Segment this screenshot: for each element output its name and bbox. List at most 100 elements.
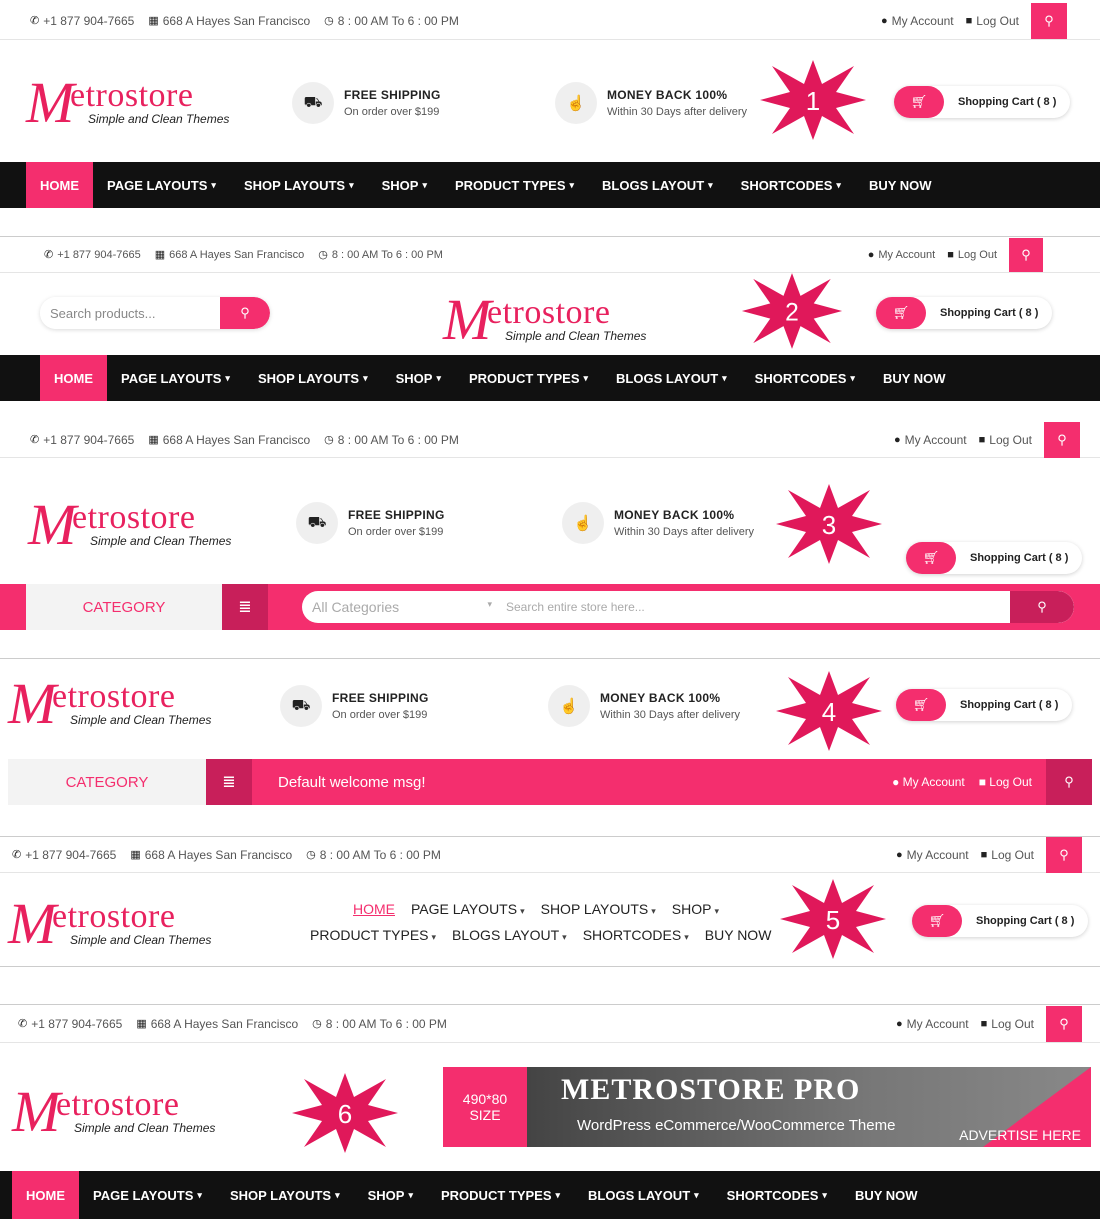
thumbs-up-icon: ☝ — [555, 82, 597, 124]
nav-product-types[interactable]: PRODUCT TYPES ▾ — [441, 162, 588, 208]
search-submit-button[interactable]: ⚲ — [220, 297, 270, 329]
log-out-link[interactable]: ■ Log Out — [979, 433, 1032, 447]
caret-down-icon: ▾ — [422, 179, 427, 190]
search-button[interactable]: ⚲ — [1009, 237, 1043, 272]
nav-home[interactable]: HOME — [26, 162, 93, 208]
hours-info: ◷ 8 : 00 AM To 6 : 00 PM — [324, 13, 459, 28]
logo[interactable]: M etrostore Simple and Clean Themes — [12, 1083, 232, 1143]
store-search-input[interactable]: Search entire store here... — [502, 600, 1010, 614]
logo[interactable]: M etrostore Simple and Clean Themes — [28, 496, 248, 556]
nav-buy-now[interactable]: BUY NOW — [705, 927, 772, 943]
nav-page-layouts[interactable]: PAGE LAYOUTS ▾ — [107, 355, 244, 401]
log-out-link[interactable]: ■ Log Out — [979, 775, 1032, 789]
svg-text:2: 2 — [785, 299, 799, 326]
logo[interactable]: M etrostore Simple and Clean Themes — [443, 291, 663, 351]
nav-shop[interactable]: SHOP ▾ — [354, 1172, 427, 1218]
map-icon: ▦ — [130, 849, 141, 861]
nav-shortcodes[interactable]: SHORTCODES ▾ — [727, 162, 855, 208]
clock-icon: ◷ — [318, 249, 328, 261]
clock-icon: ◷ — [324, 15, 334, 27]
cart-icon: 🛒︎ — [896, 689, 946, 721]
my-account-link[interactable]: ● My Account — [892, 775, 965, 789]
nav-home[interactable]: HOME — [353, 901, 395, 917]
my-account-link[interactable]: ● My Account — [868, 249, 936, 261]
caret-down-icon: ▾ — [211, 179, 216, 190]
search-button[interactable]: ⚲ — [1044, 421, 1080, 458]
nav-product-types[interactable]: PRODUCT TYPES ▾ — [455, 355, 602, 401]
nav-shop-layouts[interactable]: SHOP LAYOUTS ▾ — [244, 355, 382, 401]
nav-page-layouts[interactable]: PAGE LAYOUTS ▾ — [411, 901, 525, 917]
header-main: M etrostore Simple and Clean Themes ⛟ FR… — [0, 458, 1100, 584]
address-info: ▦ 668 A Hayes San Francisco — [148, 13, 311, 28]
category-select[interactable]: All Categories ▾ — [302, 599, 502, 615]
cart-icon: 🛒︎ — [894, 86, 944, 118]
search-button[interactable]: ⚲ — [1031, 2, 1067, 39]
header-main: M etrostore Simple and Clean Themes ⛟ FR… — [0, 40, 1100, 162]
search-products-input[interactable]: Search products... — [40, 297, 220, 329]
phone-icon: ✆ — [18, 1018, 28, 1030]
nav-shortcodes[interactable]: SHORTCODES ▾ — [741, 355, 869, 401]
my-account-link[interactable]: ● My Account — [894, 433, 967, 447]
clock-icon: ◷ — [312, 1018, 322, 1030]
nav-shop[interactable]: SHOP ▾ — [368, 162, 441, 208]
my-account-link[interactable]: ● My Account — [881, 14, 954, 28]
log-out-link[interactable]: ■ Log Out — [981, 848, 1034, 862]
top-bar: ✆ +1 877 904-7665 ▦ 668 A Hayes San Franci… — [0, 421, 1100, 458]
free-shipping-feature: ⛟ FREE SHIPPING On order over $199 — [280, 685, 429, 727]
shopping-cart-button[interactable]: 🛒︎ Shopping Cart ( 8 ) — [912, 905, 1089, 937]
search-button[interactable]: ⚲ — [1046, 1005, 1082, 1042]
nav-shortcodes[interactable]: SHORTCODES ▾ — [583, 927, 689, 943]
menu-icon[interactable]: ≣ — [206, 759, 252, 805]
shopping-cart-button[interactable]: 🛒︎ Shopping Cart ( 8 ) — [906, 542, 1083, 574]
log-out-link[interactable]: ■ Log Out — [966, 14, 1019, 28]
caret-down-icon: ▾ — [225, 372, 230, 383]
inline-nav: HOME PAGE LAYOUTS ▾ SHOP LAYOUTS ▾ SHOP ▾ P… — [310, 901, 771, 953]
nav-buy-now[interactable]: BUY NOW — [855, 162, 946, 208]
logo[interactable]: M etrostore Simple and Clean Themes — [8, 675, 228, 735]
nav-blogs-layout[interactable]: BLOGS LAYOUT ▾ — [602, 355, 741, 401]
log-out-link[interactable]: ■ Log Out — [947, 249, 997, 261]
my-account-link[interactable]: ● My Account — [896, 1017, 969, 1031]
nav-product-types[interactable]: PRODUCT TYPES ▾ — [310, 927, 436, 943]
truck-icon: ⛟ — [280, 685, 322, 727]
nav-shop-layouts[interactable]: SHOP LAYOUTS ▾ — [230, 162, 368, 208]
user-icon: ● — [895, 848, 903, 861]
category-button[interactable]: CATEGORY — [26, 584, 222, 630]
my-account-link[interactable]: ● My Account — [896, 848, 969, 862]
nav-page-layouts[interactable]: PAGE LAYOUTS ▾ — [79, 1172, 216, 1218]
nav-shop[interactable]: SHOP ▾ — [672, 901, 719, 917]
shopping-cart-button[interactable]: 🛒︎ Shopping Cart ( 8 ) — [876, 297, 1053, 329]
header-main: M etrostore Simple and Clean Themes 6 49… — [0, 1043, 1100, 1171]
store-search-button[interactable]: ⚲ — [1010, 591, 1074, 623]
nav-product-types[interactable]: PRODUCT TYPES ▾ — [427, 1172, 574, 1218]
nav-buy-now[interactable]: BUY NOW — [841, 1172, 932, 1218]
nav-home[interactable]: HOME — [12, 1171, 79, 1219]
nav-home[interactable]: HOME — [40, 355, 107, 401]
search-icon: ⚲ — [1059, 846, 1069, 862]
variant-badge: 4 — [774, 669, 884, 753]
nav-blogs-layout[interactable]: BLOGS LAYOUT ▾ — [588, 162, 727, 208]
log-out-link[interactable]: ■ Log Out — [981, 1017, 1034, 1031]
logo[interactable]: M etrostore Simple and Clean Themes — [8, 895, 228, 955]
menu-icon[interactable]: ≣ — [222, 584, 268, 630]
nav-shop[interactable]: SHOP ▾ — [382, 355, 455, 401]
nav-buy-now[interactable]: BUY NOW — [869, 355, 960, 401]
nav-page-layouts[interactable]: PAGE LAYOUTS ▾ — [93, 162, 230, 208]
advertisement-banner[interactable]: 490*80 SIZE METROSTORE PRO WordPress eCom… — [443, 1067, 1091, 1147]
search-button[interactable]: ⚲ — [1046, 759, 1092, 805]
shopping-cart-button[interactable]: 🛒︎ Shopping Cart ( 8 ) — [894, 86, 1071, 118]
search-icon: ⚲ — [1059, 1015, 1069, 1031]
search-button[interactable]: ⚲ — [1046, 836, 1082, 873]
welcome-message: Default welcome msg! — [278, 773, 426, 791]
free-shipping-feature: ⛟ FREE SHIPPING On order over $199 — [292, 82, 441, 124]
nav-shop-layouts[interactable]: SHOP LAYOUTS ▾ — [541, 901, 656, 917]
nav-blogs-layout[interactable]: BLOGS LAYOUT ▾ — [574, 1172, 713, 1218]
caret-down-icon: ▾ — [197, 1189, 202, 1200]
category-button[interactable]: CATEGORY — [8, 759, 206, 805]
nav-shop-layouts[interactable]: SHOP LAYOUTS ▾ — [216, 1172, 354, 1218]
nav-blogs-layout[interactable]: BLOGS LAYOUT ▾ — [452, 927, 567, 943]
money-back-feature: ☝ MONEY BACK 100% Within 30 Days after de… — [548, 685, 740, 727]
logo[interactable]: M etrostore Simple and Clean Themes — [26, 74, 246, 134]
shopping-cart-button[interactable]: 🛒︎ Shopping Cart ( 8 ) — [896, 689, 1073, 721]
nav-shortcodes[interactable]: SHORTCODES ▾ — [713, 1172, 841, 1218]
